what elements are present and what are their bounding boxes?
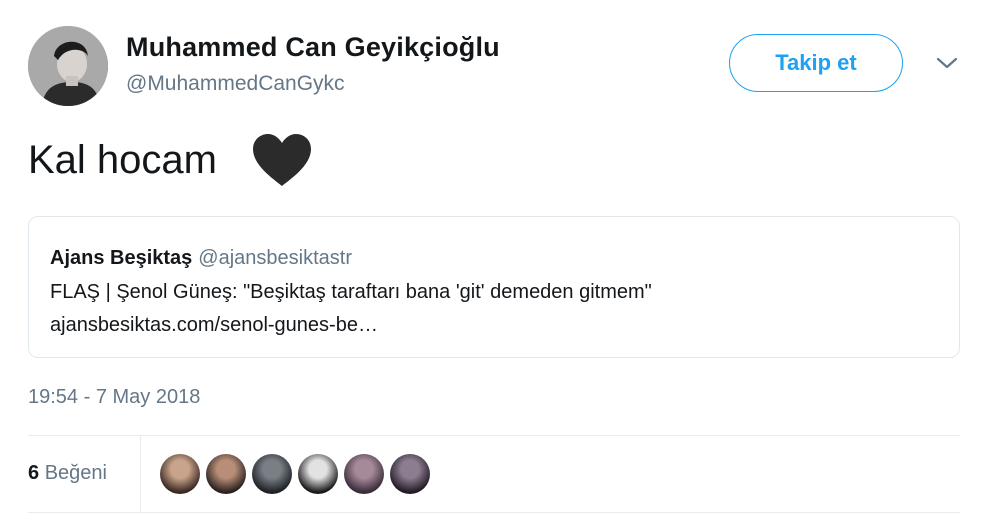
follow-button[interactable]: Takip et bbox=[729, 34, 903, 92]
liker-avatar-5[interactable] bbox=[344, 454, 384, 494]
tweet-timestamp[interactable]: 19:54 - 7 May 2018 bbox=[28, 386, 200, 409]
chevron-down-icon bbox=[936, 57, 958, 69]
liker-avatar-2[interactable] bbox=[206, 454, 246, 494]
quoted-tweet-text: FLAŞ | Şenol Güneş: "Beşiktaş taraftarı … bbox=[50, 281, 652, 303]
liker-avatar-4[interactable] bbox=[298, 454, 338, 494]
author-avatar[interactable] bbox=[28, 26, 108, 106]
divider-top bbox=[28, 435, 960, 436]
quoted-tweet-card[interactable]: Ajans Beşiktaş @ajansbesiktastr FLAŞ | Şe… bbox=[28, 216, 960, 358]
black-heart-icon bbox=[252, 134, 311, 186]
liker-avatar-3[interactable] bbox=[252, 454, 292, 494]
more-options-caret[interactable] bbox=[932, 50, 962, 76]
author-name[interactable]: Muhammed Can Geyikçioğlu bbox=[126, 32, 500, 63]
tweet-body: Kal hocam bbox=[28, 137, 217, 182]
liker-avatars bbox=[160, 454, 436, 494]
profile-photo-icon bbox=[28, 26, 108, 106]
quoted-tweet-link[interactable]: ajansbesiktas.com/senol-gunes-be… bbox=[50, 314, 378, 337]
quoted-tweet-header: Ajans Beşiktaş @ajansbesiktastr bbox=[50, 247, 352, 270]
divider-bottom bbox=[28, 512, 960, 513]
likes-number: 6 bbox=[28, 462, 40, 484]
liker-avatar-6[interactable] bbox=[390, 454, 430, 494]
liker-avatar-1[interactable] bbox=[160, 454, 200, 494]
tweet-text: Kal hocam bbox=[28, 132, 313, 188]
author-handle[interactable]: @MuhammedCanGykc bbox=[126, 72, 345, 96]
likes-separator bbox=[140, 436, 141, 512]
quoted-author-name: Ajans Beşiktaş bbox=[50, 247, 193, 269]
quoted-author-handle: @ajansbesiktastr bbox=[198, 247, 352, 269]
likes-count[interactable]: 6 Beğeni bbox=[28, 462, 107, 485]
likes-label: Beğeni bbox=[44, 462, 107, 484]
